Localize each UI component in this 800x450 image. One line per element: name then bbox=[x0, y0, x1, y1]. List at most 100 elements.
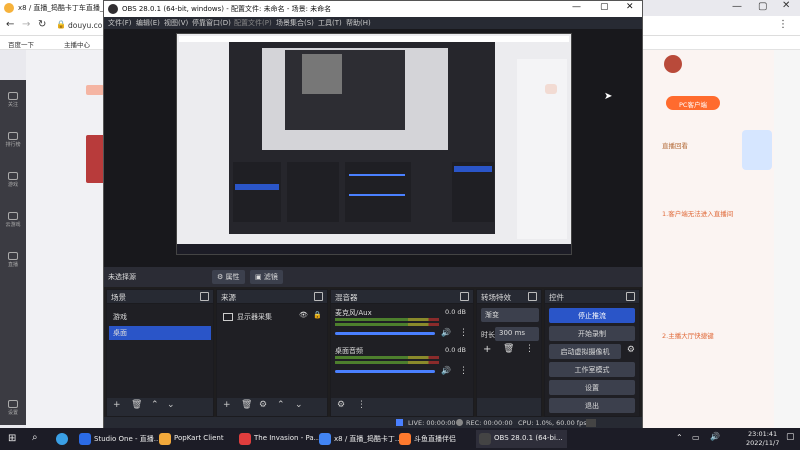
taskbar-item-douyu-companion[interactable]: 斗鱼直播伴侣 bbox=[396, 430, 460, 448]
more-options-icon[interactable]: ⋮ bbox=[459, 328, 468, 338]
clock-time[interactable]: 23:01:41 bbox=[748, 430, 777, 438]
source-item-display-capture[interactable]: 显示器采集 👁 🔒 bbox=[219, 310, 325, 324]
clock-date[interactable]: 2022/11/7 bbox=[746, 439, 779, 447]
virtual-camera-button[interactable]: 启动虚拟摄像机 bbox=[549, 344, 621, 359]
duration-input[interactable]: 300 ms bbox=[495, 327, 539, 341]
undock-icon[interactable] bbox=[314, 292, 323, 301]
menu-tools[interactable]: 工具(T) bbox=[318, 18, 342, 28]
move-down-icon[interactable]: ⌄ bbox=[167, 400, 175, 410]
nav-games[interactable]: 游戏 bbox=[3, 170, 23, 194]
undock-icon[interactable] bbox=[460, 292, 469, 301]
reload-icon[interactable]: ↻ bbox=[38, 19, 46, 30]
browser-window-controls: — ▢ ✕ bbox=[640, 0, 800, 16]
menu-docks[interactable]: 停靠窗口(D) bbox=[192, 18, 231, 28]
nav-settings[interactable]: 设置 bbox=[3, 398, 23, 422]
maximize-icon[interactable]: ▢ bbox=[758, 1, 767, 12]
taskbar-item-obs[interactable]: OBS 28.0.1 (64-bi... bbox=[476, 430, 567, 448]
nav-rank[interactable]: 排行榜 bbox=[3, 130, 23, 154]
sources-dock-header: 来源 bbox=[217, 290, 327, 304]
bookmark-baidu[interactable]: 百度一下 bbox=[8, 39, 34, 49]
move-up-icon[interactable]: ⌃ bbox=[151, 400, 159, 410]
nested-mixer-slider bbox=[349, 174, 405, 176]
volume-icon[interactable]: 🔊 bbox=[710, 432, 720, 441]
minimize-icon[interactable]: — bbox=[732, 1, 742, 12]
windows-start-icon[interactable]: ⊞ bbox=[8, 433, 16, 444]
add-transition-icon[interactable]: + bbox=[483, 344, 491, 355]
nav-cloud-games[interactable]: 云游戏 bbox=[3, 210, 23, 234]
pinned-app-icon[interactable] bbox=[56, 433, 68, 445]
virtual-camera-settings-icon[interactable]: ⚙ bbox=[627, 345, 635, 355]
pc-client-badge[interactable]: PC客户端 bbox=[666, 96, 720, 110]
taskbar-item-studio-one[interactable]: Studio One - 直播... bbox=[76, 430, 164, 448]
menu-profile[interactable]: 配置文件(P) bbox=[234, 18, 272, 28]
obs-maximize-icon[interactable]: ▢ bbox=[600, 2, 609, 12]
scene-item-desktop[interactable]: 桌面 bbox=[109, 326, 211, 340]
exit-button[interactable]: 退出 bbox=[549, 398, 635, 413]
menu-help[interactable]: 帮助(H) bbox=[346, 18, 371, 28]
move-up-icon[interactable]: ⌃ bbox=[277, 400, 285, 410]
gear-icon: ⚙ bbox=[217, 273, 226, 281]
advanced-audio-icon[interactable]: ⚙ bbox=[337, 400, 345, 410]
speaker-icon[interactable]: 🔊 bbox=[441, 366, 451, 375]
scenes-list: 游戏 桌面 bbox=[107, 304, 213, 398]
menu-file[interactable]: 文件(F) bbox=[108, 18, 132, 28]
menu-scene-collection[interactable]: 场景集合(S) bbox=[276, 18, 314, 28]
source-properties-icon[interactable]: ⚙ bbox=[259, 400, 267, 410]
taskbar-item-netease-music[interactable]: The Invasion - Pa... bbox=[236, 430, 324, 448]
right-scroll-strip[interactable] bbox=[774, 50, 800, 428]
undock-icon[interactable] bbox=[626, 292, 635, 301]
transition-menu-icon[interactable]: ⋮ bbox=[525, 344, 534, 354]
nav-follow[interactable]: 关注 bbox=[3, 90, 23, 114]
mixer-menu-icon[interactable]: ⋮ bbox=[357, 400, 366, 410]
remove-source-icon[interactable]: 🗑 bbox=[241, 400, 252, 410]
move-down-icon[interactable]: ⌄ bbox=[295, 400, 303, 410]
source-toolbar: 未选择源 ⚙ 属性 ▣ 滤镜 bbox=[104, 267, 642, 287]
filter-icon: ▣ bbox=[255, 273, 264, 281]
settings-button[interactable]: 设置 bbox=[549, 380, 635, 395]
taskbar-item-chrome[interactable]: x8 / 直播_捣酷卡丁... bbox=[316, 430, 406, 448]
back-icon[interactable]: ← bbox=[6, 19, 14, 30]
bookmark-streamer[interactable]: 主播中心 bbox=[64, 39, 90, 49]
live-timer: LIVE: 00:00:00 bbox=[408, 419, 456, 427]
undock-icon[interactable] bbox=[528, 292, 537, 301]
scenes-dock: 场景 游戏 桌面 + 🗑 ⌃ ⌄ bbox=[106, 289, 214, 417]
visibility-eye-icon[interactable]: 👁 bbox=[299, 311, 308, 319]
network-icon[interactable]: ▭ bbox=[692, 433, 700, 442]
nav-live[interactable]: 直播 bbox=[3, 250, 23, 274]
obs-preview-area[interactable]: ➤ bbox=[104, 29, 642, 267]
lock-icon[interactable]: 🔒 bbox=[313, 311, 322, 319]
notification-icon[interactable]: ▢ bbox=[786, 432, 795, 442]
menu-dots-icon[interactable]: ⋮ bbox=[778, 19, 788, 30]
start-recording-button[interactable]: 开始录制 bbox=[549, 326, 635, 341]
menu-view[interactable]: 视图(V) bbox=[164, 18, 188, 28]
close-icon[interactable]: ✕ bbox=[782, 0, 790, 11]
menu-edit[interactable]: 编辑(E) bbox=[136, 18, 160, 28]
forward-icon[interactable]: → bbox=[22, 19, 30, 30]
transition-select[interactable]: 渐变 bbox=[481, 308, 539, 322]
undock-icon[interactable] bbox=[200, 292, 209, 301]
tray-up-icon[interactable]: ⌃ bbox=[676, 433, 683, 442]
filters-button[interactable]: ▣ 滤镜 bbox=[250, 270, 283, 284]
speaker-icon[interactable]: 🔊 bbox=[441, 328, 451, 337]
properties-button[interactable]: ⚙ 属性 bbox=[212, 270, 245, 284]
obs-minimize-icon[interactable]: — bbox=[572, 2, 581, 12]
obs-close-icon[interactable]: ✕ bbox=[626, 2, 634, 12]
add-source-icon[interactable]: + bbox=[223, 400, 231, 410]
transitions-dock-header: 转场特效 bbox=[477, 290, 541, 304]
studio-mode-button[interactable]: 工作室模式 bbox=[549, 362, 635, 377]
add-scene-icon[interactable]: + bbox=[113, 400, 121, 410]
windows-taskbar: ⊞ ⌕ Studio One - 直播... PopKart Client Th… bbox=[0, 428, 800, 450]
search-icon[interactable]: ⌕ bbox=[32, 432, 38, 443]
mouse-cursor-icon: ➤ bbox=[604, 91, 613, 102]
controls-dock-header: 控件 bbox=[545, 290, 639, 304]
mic-volume-slider[interactable] bbox=[335, 332, 435, 335]
remove-scene-icon[interactable]: 🗑 bbox=[131, 400, 142, 410]
remove-transition-icon[interactable]: 🗑 bbox=[503, 344, 514, 354]
browser-tab[interactable]: x8 / 直播_捣酷卡丁车直播_视频 bbox=[0, 0, 110, 16]
taskbar-item-popkart[interactable]: PopKart Client bbox=[156, 430, 228, 448]
more-options-icon[interactable]: ⋮ bbox=[459, 366, 468, 376]
desktop-volume-slider[interactable] bbox=[335, 370, 435, 373]
music-icon bbox=[239, 433, 251, 445]
scene-item-game[interactable]: 游戏 bbox=[109, 310, 211, 324]
stop-streaming-button[interactable]: 停止推流 bbox=[549, 308, 635, 323]
